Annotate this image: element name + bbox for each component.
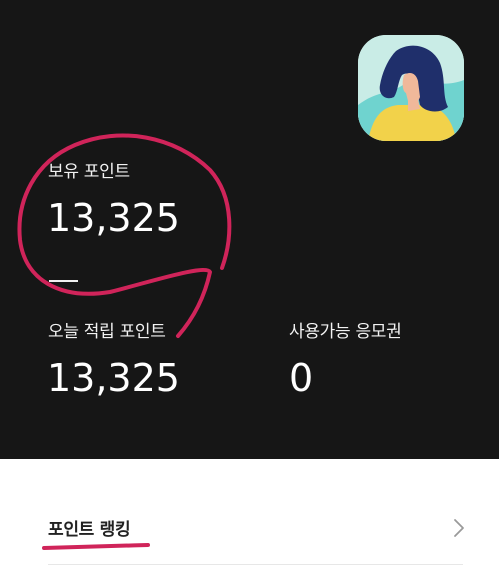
available-vouchers-label: 사용가능 응모권 — [289, 322, 402, 342]
point-ranking-label: 포인트 랭킹 — [48, 520, 131, 540]
points-panel: 보유 포인트 13,325 오늘 적립 포인트 13,325 사용가능 응모권 … — [0, 0, 499, 459]
point-ranking-row[interactable]: 포인트 랭킹 — [0, 459, 499, 581]
today-points-value: 13,325 — [47, 356, 180, 400]
profile-avatar-icon[interactable] — [358, 35, 464, 141]
chevron-right-icon — [454, 519, 464, 537]
held-points-label: 보유 포인트 — [48, 162, 130, 182]
available-vouchers-value: 0 — [289, 356, 314, 400]
held-points-value: 13,325 — [47, 196, 180, 240]
ranking-divider — [48, 564, 463, 565]
held-points-underline — [49, 280, 78, 282]
today-points-label: 오늘 적립 포인트 — [48, 322, 166, 342]
